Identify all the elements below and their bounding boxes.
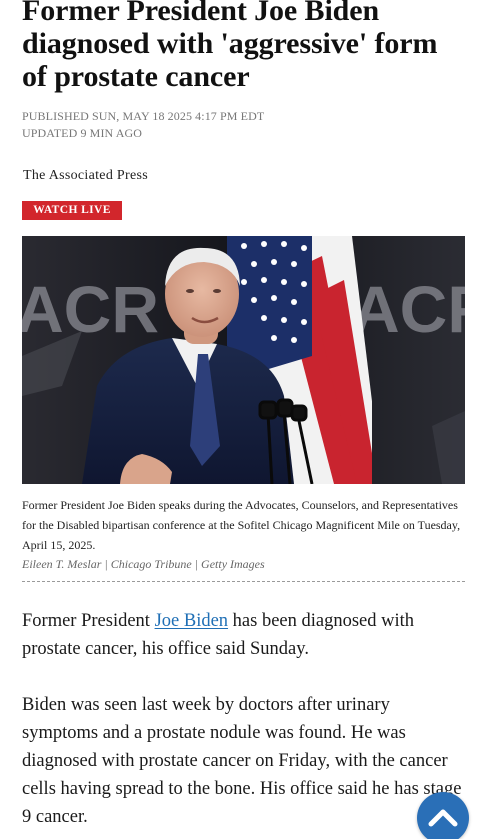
- article-headline: Former President Joe Biden diagnosed wit…: [22, 0, 438, 93]
- article-photo: ACR ACF: [22, 236, 465, 484]
- backdrop-sign-right: ACF: [352, 272, 465, 346]
- photo-caption: Former President Joe Biden speaks during…: [22, 498, 461, 552]
- photo-credit: Eileen T. Meslar | Chicago Tribune | Get…: [22, 557, 265, 571]
- joe-biden-link[interactable]: Joe Biden: [155, 611, 228, 631]
- body-paragraph-2: Biden was seen last week by doctors afte…: [22, 695, 462, 827]
- article-timestamps: PUBLISHED SUN, MAY 18 2025 4:17 PM EDT U…: [22, 108, 264, 142]
- published-timestamp: PUBLISHED SUN, MAY 18 2025 4:17 PM EDT: [22, 109, 265, 123]
- caption-divider: [22, 581, 465, 582]
- backdrop-sign-left: ACR: [22, 272, 159, 346]
- article-byline: The Associated Press: [23, 168, 148, 183]
- updated-timestamp: UPDATED 9 MIN AGO: [22, 126, 143, 140]
- scroll-to-top-button[interactable]: [417, 792, 469, 839]
- paragraph-1-text-start: Former President: [22, 611, 155, 631]
- photo-illustration: ACR ACF: [22, 236, 465, 484]
- chevron-up-icon: [428, 809, 458, 827]
- article-page: Former President Joe Biden diagnosed wit…: [0, 0, 487, 839]
- body-paragraph-1: Former President Joe Biden has been diag…: [22, 607, 462, 663]
- watch-live-button[interactable]: WATCH LIVE: [22, 201, 122, 220]
